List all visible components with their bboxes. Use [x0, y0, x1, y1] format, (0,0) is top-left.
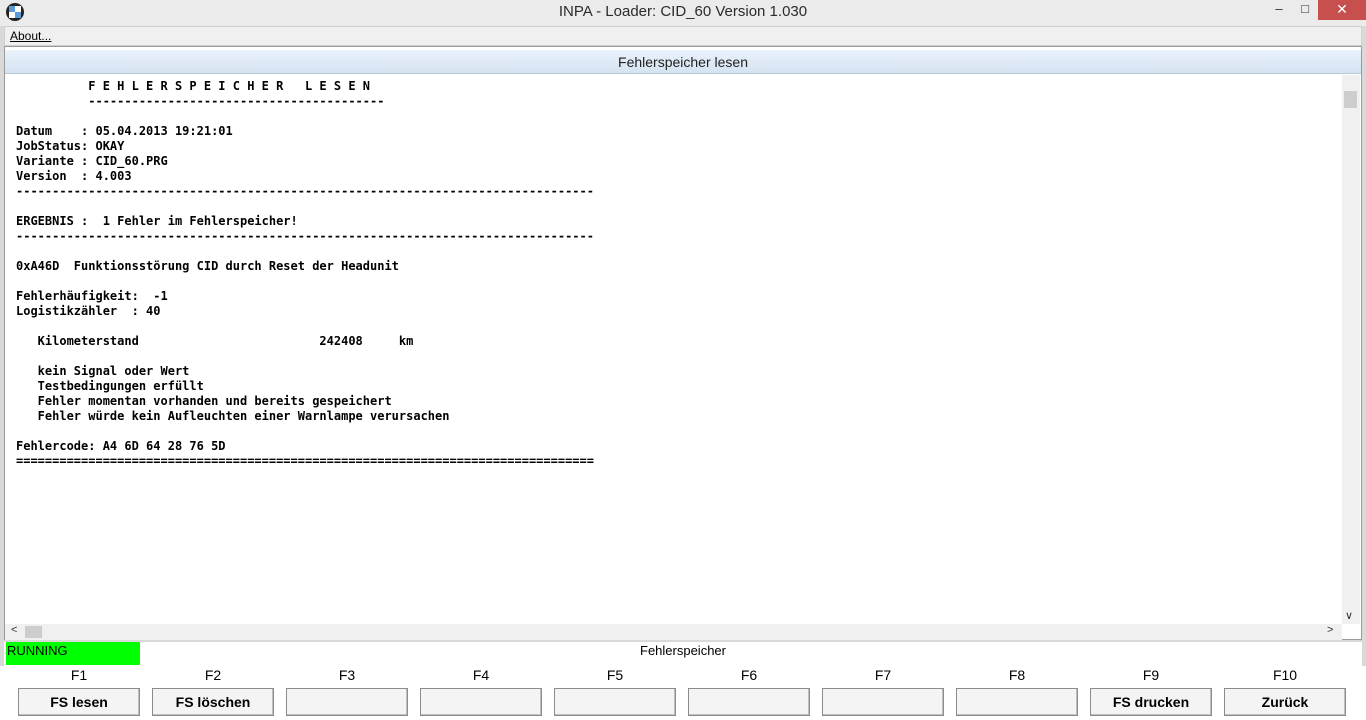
fkey-label-f4: F4: [472, 667, 490, 683]
fkey-label-f6: F6: [740, 667, 758, 683]
status-section-title: Fehlerspeicher: [640, 643, 726, 658]
fkey-label-f7: F7: [874, 667, 892, 683]
fkey-button-f10[interactable]: Zurück: [1224, 688, 1346, 716]
fkey-button-f2[interactable]: FS löschen: [152, 688, 274, 716]
scroll-right-icon[interactable]: >: [1327, 624, 1333, 636]
scroll-down-icon[interactable]: ∨: [1345, 609, 1353, 622]
output-area[interactable]: F E H L E R S P E I C H E R L E S E N --…: [5, 75, 1342, 624]
fkey-button-f3[interactable]: [286, 688, 408, 716]
horizontal-scroll-thumb[interactable]: [25, 626, 42, 638]
fkey-button-f1[interactable]: FS lesen: [18, 688, 140, 716]
vertical-scroll-thumb[interactable]: [1344, 91, 1357, 108]
menu-bar: About...: [4, 26, 1362, 46]
close-button[interactable]: ✕: [1318, 0, 1366, 20]
menu-about[interactable]: About...: [10, 29, 51, 43]
minimize-button[interactable]: –: [1266, 0, 1292, 20]
fkey-label-f9: F9: [1142, 667, 1160, 683]
fkey-button-f7[interactable]: [822, 688, 944, 716]
fkey-label-f5: F5: [606, 667, 624, 683]
fkey-button-f6[interactable]: [688, 688, 810, 716]
status-bar: RUNNING Fehlerspeicher: [4, 642, 1362, 666]
fkey-button-f9[interactable]: FS drucken: [1090, 688, 1212, 716]
panel-title: Fehlerspeicher lesen: [5, 50, 1361, 74]
fkey-label-f1: F1: [70, 667, 88, 683]
function-key-bar: F1 FS lesen F2 FS löschen F3 F4 F5 F6 F7…: [0, 666, 1366, 720]
window-title: INPA - Loader: CID_60 Version 1.030: [558, 3, 808, 20]
maximize-button[interactable]: □: [1292, 0, 1318, 20]
fkey-label-f3: F3: [338, 667, 356, 683]
scroll-left-icon[interactable]: <: [11, 624, 17, 636]
vertical-scrollbar[interactable]: ∨: [1342, 75, 1360, 624]
main-panel: Fehlerspeicher lesen F E H L E R S P E I…: [4, 46, 1362, 640]
fkey-label-f2: F2: [204, 667, 222, 683]
fkey-label-f8: F8: [1008, 667, 1026, 683]
fkey-label-f10: F10: [1272, 667, 1298, 683]
fkey-button-f5[interactable]: [554, 688, 676, 716]
fkey-button-f4[interactable]: [420, 688, 542, 716]
output-text: F E H L E R S P E I C H E R L E S E N --…: [16, 79, 594, 468]
title-bar: INPA - Loader: CID_60 Version 1.030 – □ …: [0, 0, 1366, 26]
fkey-button-f8[interactable]: [956, 688, 1078, 716]
horizontal-scrollbar[interactable]: < >: [5, 624, 1342, 640]
